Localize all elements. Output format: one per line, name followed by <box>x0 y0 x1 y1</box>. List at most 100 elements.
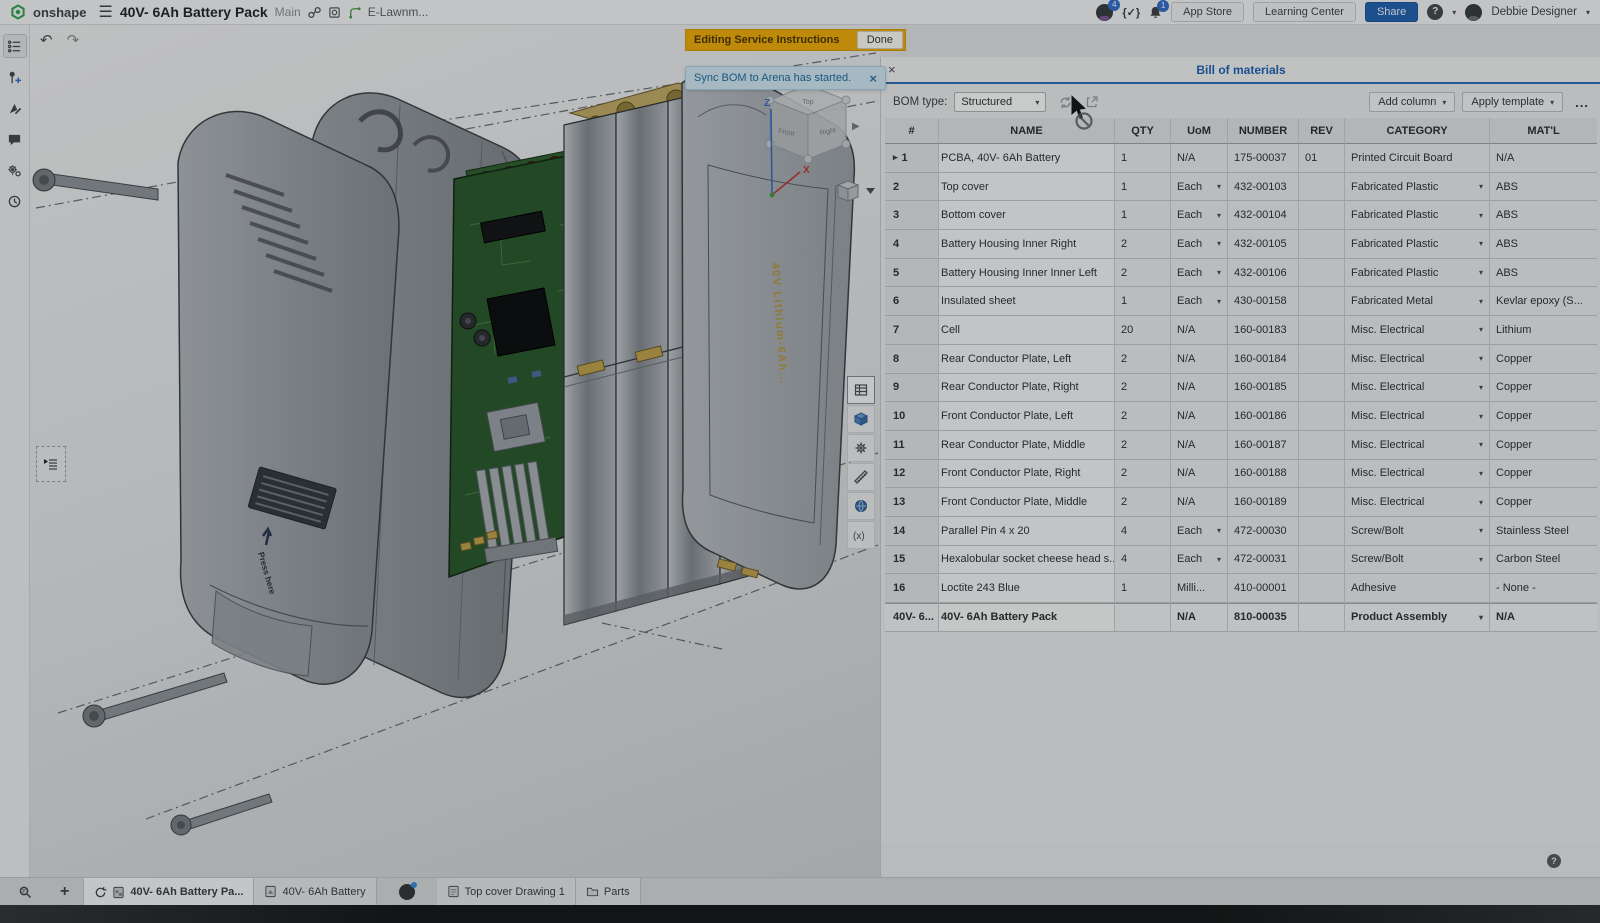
instances-panel-collapsed[interactable] <box>36 446 66 482</box>
toast-close-icon[interactable]: × <box>869 71 877 86</box>
bom-cell-uom[interactable]: Each▾ <box>1171 546 1228 575</box>
expand-row-icon[interactable]: ▸ <box>893 152 898 163</box>
comment-icon[interactable] <box>3 127 27 151</box>
dropdown-caret-icon[interactable]: ▾ <box>1479 555 1483 564</box>
bom-table-row[interactable]: 6Insulated sheet1Each▾430-00158Fabricate… <box>885 287 1597 316</box>
bom-header-[interactable]: # <box>885 118 939 144</box>
open-external-icon[interactable] <box>1085 95 1099 109</box>
bom-table-row[interactable]: 40V- 6...40V- 6Ah Battery PackN/A810-000… <box>885 603 1597 632</box>
doc-tab-parts[interactable]: Parts <box>576 878 641 906</box>
versions-icon[interactable] <box>328 6 341 19</box>
bom-cell-uom[interactable]: Each▾ <box>1171 517 1228 546</box>
dev-braces-icon[interactable]: {✓} <box>1122 6 1140 19</box>
bom-header-rev[interactable]: REV <box>1299 118 1345 144</box>
bom-header-uom[interactable]: UoM <box>1171 118 1228 144</box>
configuration-panel-icon[interactable] <box>847 434 875 462</box>
dropdown-caret-icon[interactable]: ▾ <box>1217 239 1221 248</box>
linked-document-label[interactable]: E-Lawnm... <box>368 5 429 19</box>
bom-table-row[interactable]: 7Cell20N/A160-00183Misc. Electrical▾Lith… <box>885 316 1597 345</box>
materials-panel-icon[interactable] <box>847 492 875 520</box>
bom-cell-uom[interactable]: Each▾ <box>1171 259 1228 288</box>
bom-table-row[interactable]: ▸1PCBA, 40V- 6Ah Battery1N/A175-0003701P… <box>885 144 1597 173</box>
bom-header-number[interactable]: NUMBER <box>1228 118 1299 144</box>
bom-cell-category[interactable]: Fabricated Plastic▾ <box>1345 173 1490 202</box>
dropdown-caret-icon[interactable]: ▾ <box>1479 268 1483 277</box>
sync-bom-icon[interactable] <box>1058 95 1073 110</box>
new-tab-button[interactable]: + <box>60 883 69 901</box>
bom-table-row[interactable]: 16Loctite 243 Blue1Milli...410-00001Adhe… <box>885 574 1597 603</box>
bom-type-select[interactable]: Structured ▾ <box>954 92 1046 112</box>
bom-cell-category[interactable]: Misc. Electrical▾ <box>1345 431 1490 460</box>
help-button[interactable]: ? <box>1427 4 1443 20</box>
dropdown-caret-icon[interactable]: ▾ <box>1217 555 1221 564</box>
bom-cell-category[interactable]: Misc. Electrical▾ <box>1345 460 1490 489</box>
appearance-icon[interactable] <box>3 96 27 120</box>
dropdown-caret-icon[interactable]: ▾ <box>1479 354 1483 363</box>
bom-help-icon[interactable]: ? <box>1547 854 1561 868</box>
dropdown-caret-icon[interactable]: ▾ <box>1217 211 1221 220</box>
bom-cell-category[interactable]: Fabricated Plastic▾ <box>1345 230 1490 259</box>
user-avatar[interactable] <box>1465 4 1482 21</box>
apply-template-button[interactable]: Apply template▾ <box>1462 92 1563 112</box>
bom-table-row[interactable]: 2Top cover1Each▾432-00103Fabricated Plas… <box>885 173 1597 202</box>
bom-cell-category[interactable]: Misc. Electrical▾ <box>1345 345 1490 374</box>
bom-more-button[interactable]: ... <box>1575 95 1589 110</box>
add-column-button[interactable]: Add column▾ <box>1369 92 1455 112</box>
undo-button[interactable]: ↶ <box>40 31 53 49</box>
bom-cell-category[interactable]: Screw/Bolt▾ <box>1345 546 1490 575</box>
dropdown-caret-icon[interactable]: ▾ <box>1479 469 1483 478</box>
bom-table-row[interactable]: 3Bottom cover1Each▾432-00104Fabricated P… <box>885 201 1597 230</box>
doc-tab-top-cover-drawing-1[interactable]: Top cover Drawing 1 <box>437 878 576 906</box>
dropdown-caret-icon[interactable]: ▾ <box>1479 440 1483 449</box>
bom-cell-category[interactable]: Fabricated Plastic▾ <box>1345 259 1490 288</box>
dropdown-caret-icon[interactable]: ▾ <box>1479 239 1483 248</box>
bom-table-row[interactable]: 11Rear Conductor Plate, Middle2N/A160-00… <box>885 431 1597 460</box>
bom-table-row[interactable]: 5Battery Housing Inner Inner Left2Each▾4… <box>885 259 1597 288</box>
history-icon[interactable] <box>3 189 27 213</box>
bom-table-row[interactable]: 4Battery Housing Inner Right2Each▾432-00… <box>885 230 1597 259</box>
bom-cell-category[interactable]: Fabricated Metal▾ <box>1345 287 1490 316</box>
bom-cell-category[interactable]: Misc. Electrical▾ <box>1345 316 1490 345</box>
mate-icon[interactable] <box>3 65 27 89</box>
bom-header-name[interactable]: NAME <box>939 118 1115 144</box>
variables-panel-icon[interactable]: (x) <box>847 521 875 549</box>
bom-table-row[interactable]: 12Front Conductor Plate, Right2N/A160-00… <box>885 460 1597 489</box>
user-name[interactable]: Debbie Designer <box>1491 6 1577 18</box>
dropdown-caret-icon[interactable]: ▾ <box>1479 383 1483 392</box>
bom-cell-category[interactable]: Screw/Bolt▾ <box>1345 517 1490 546</box>
bom-cell-category[interactable]: Fabricated Plastic▾ <box>1345 201 1490 230</box>
collaborator-presence-avatar[interactable] <box>399 884 415 900</box>
dropdown-caret-icon[interactable]: ▾ <box>1479 613 1483 622</box>
view-options-cube-icon[interactable] <box>838 181 875 201</box>
dropdown-caret-icon[interactable]: ▾ <box>1217 268 1221 277</box>
bom-header-matl[interactable]: MAT'L <box>1490 118 1597 144</box>
bom-cell-uom[interactable]: Each▾ <box>1171 201 1228 230</box>
redo-button[interactable]: ↷ <box>67 31 80 49</box>
measure-panel-icon[interactable] <box>847 463 875 491</box>
dropdown-caret-icon[interactable]: ▾ <box>1479 297 1483 306</box>
dropdown-caret-icon[interactable]: ▾ <box>1217 182 1221 191</box>
bom-cell-category[interactable]: Product Assembly▾ <box>1345 603 1490 632</box>
feature-list-icon[interactable] <box>3 34 27 58</box>
bom-table-row[interactable]: 14Parallel Pin 4 x 204Each▾472-00030Scre… <box>885 517 1597 546</box>
bom-close-icon[interactable]: × <box>888 62 896 77</box>
graphics-viewport[interactable]: Press here <box>30 25 880 878</box>
help-caret-icon[interactable]: ▾ <box>1452 8 1456 17</box>
link-icon[interactable] <box>308 6 321 19</box>
notifications-bell-icon[interactable]: 1 <box>1149 5 1162 19</box>
parts-panel-icon[interactable] <box>847 405 875 433</box>
bom-table-row[interactable]: 9Rear Conductor Plate, Right2N/A160-0018… <box>885 374 1597 403</box>
dropdown-caret-icon[interactable]: ▾ <box>1479 526 1483 535</box>
dropdown-caret-icon[interactable]: ▾ <box>1479 182 1483 191</box>
workspace-label[interactable]: Main <box>275 5 301 19</box>
bom-cell-uom[interactable]: Each▾ <box>1171 287 1228 316</box>
main-menu-icon[interactable]: ☰ <box>98 2 112 22</box>
dropdown-caret-icon[interactable]: ▾ <box>1217 526 1221 535</box>
tab-search-icon[interactable] <box>18 885 32 899</box>
doc-tab-40v-6ah-battery-pa[interactable]: 40V- 6Ah Battery Pa... <box>83 878 254 906</box>
bom-table-row[interactable]: 8Rear Conductor Plate, Left2N/A160-00184… <box>885 345 1597 374</box>
user-menu-caret-icon[interactable]: ▾ <box>1586 8 1590 17</box>
doc-tab-40v-6ah-battery[interactable]: 40V- 6Ah Battery <box>254 878 376 906</box>
presence-avatar[interactable]: 4 <box>1096 4 1113 21</box>
bom-cell-category[interactable]: Misc. Electrical▾ <box>1345 374 1490 403</box>
